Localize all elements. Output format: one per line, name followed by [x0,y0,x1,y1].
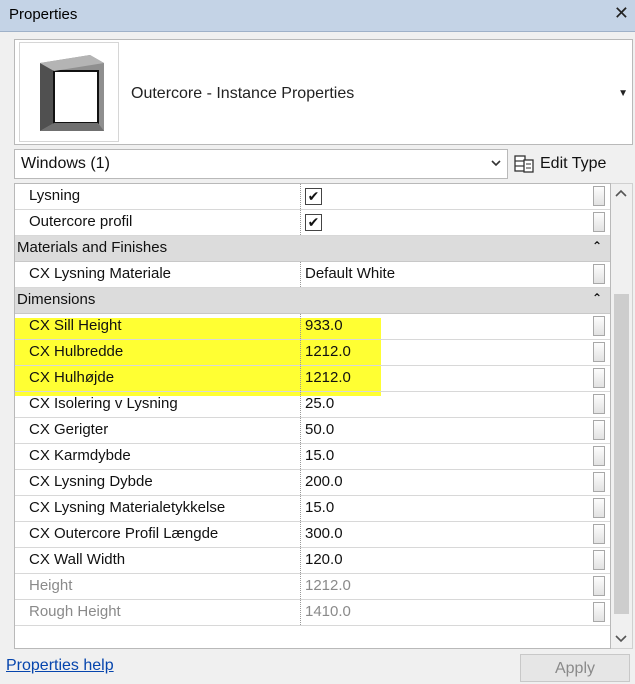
param-name: CX Outercore Profil Længde [29,525,219,542]
group-header-dimensions[interactable]: Dimensions ⌃ [15,288,610,314]
vertical-scrollbar[interactable] [611,183,633,649]
param-associate-button[interactable] [593,212,605,232]
param-name: Rough Height [29,603,121,620]
param-associate-button[interactable] [593,576,605,596]
param-row-cx-gerigter[interactable]: CX Gerigter 50.0 [15,418,610,444]
param-value[interactable]: 1212.0 [305,343,351,360]
title-bar: Properties ✕ [0,0,635,32]
param-associate-button[interactable] [593,446,605,466]
param-row-height: Height 1212.0 [15,574,610,600]
param-value[interactable]: 15.0 [305,499,334,516]
scroll-down-icon[interactable] [615,634,627,644]
param-row-cx-lysning-dybde[interactable]: CX Lysning Dybde 200.0 [15,470,610,496]
param-name: CX Sill Height [29,317,122,334]
param-name: CX Karmdybde [29,447,131,464]
category-filter-select[interactable]: Windows (1) [14,149,508,179]
param-name: Outercore profil [29,213,133,230]
param-value[interactable]: Default White [305,265,395,282]
param-row-cx-karmdybde[interactable]: CX Karmdybde 15.0 [15,444,610,470]
window-title: Properties [9,6,78,23]
param-row-cx-sill-height[interactable]: CX Sill Height 933.0 [15,314,610,340]
param-name: CX Gerigter [29,421,109,438]
param-value[interactable]: 120.0 [305,551,343,568]
scroll-up-icon[interactable] [615,188,627,198]
param-associate-button[interactable] [593,420,605,440]
close-icon[interactable]: ✕ [614,3,629,24]
param-name: Height [29,577,73,594]
param-value[interactable]: 50.0 [305,421,334,438]
properties-grid: Lysning ✔ Outercore profil ✔ Materials a… [14,183,611,649]
param-row-cx-wall-width[interactable]: CX Wall Width 120.0 [15,548,610,574]
param-value: 1410.0 [305,603,351,620]
param-associate-button[interactable] [593,342,605,362]
param-associate-button[interactable] [593,316,605,336]
param-name: CX Hulbredde [29,343,124,360]
param-name: CX Isolering v Lysning [29,395,178,412]
param-associate-button[interactable] [593,602,605,622]
apply-button[interactable]: Apply [520,654,630,682]
group-name: Materials and Finishes [17,239,168,256]
chevron-down-icon [491,160,501,167]
properties-help-link[interactable]: Properties help [6,657,114,675]
type-selector[interactable]: Outercore - Instance Properties ▼ [14,39,633,145]
param-value[interactable]: 1212.0 [305,369,351,386]
param-associate-button[interactable] [593,472,605,492]
group-header-materials[interactable]: Materials and Finishes ⌃ [15,236,610,262]
edit-type-label: Edit Type [540,155,607,172]
param-value[interactable]: 200.0 [305,473,343,490]
group-name: Dimensions [17,291,96,308]
param-row-cx-isolering[interactable]: CX Isolering v Lysning 25.0 [15,392,610,418]
param-name: CX Lysning Dybde [29,473,153,490]
collapse-icon[interactable]: ⌃ [592,239,602,253]
param-row-cx-outercore-profil-laengde[interactable]: CX Outercore Profil Længde 300.0 [15,522,610,548]
param-value[interactable]: 25.0 [305,395,334,412]
param-associate-button[interactable] [593,394,605,414]
param-associate-button[interactable] [593,264,605,284]
scrollbar-thumb[interactable] [614,294,629,614]
filter-row: Windows (1) Edit Type [14,149,633,179]
type-name: Outercore - Instance Properties [131,85,355,102]
param-value[interactable]: 15.0 [305,447,334,464]
param-associate-button[interactable] [593,550,605,570]
param-row-outercore-profil[interactable]: Outercore profil ✔ [15,210,610,236]
param-associate-button[interactable] [593,498,605,518]
param-row-cx-hulhojde[interactable]: CX Hulhøjde 1212.0 [15,366,610,392]
param-associate-button[interactable] [593,524,605,544]
category-filter-value: Windows (1) [21,155,110,172]
type-dropdown-arrow-icon[interactable]: ▼ [618,88,628,99]
param-associate-button[interactable] [593,186,605,206]
edit-type-button[interactable]: Edit Type [514,150,606,178]
param-name: CX Wall Width [29,551,126,568]
param-checkbox[interactable]: ✔ [305,214,322,231]
param-name: CX Lysning Materialetykkelse [29,499,226,516]
param-value: 1212.0 [305,577,351,594]
param-associate-button[interactable] [593,368,605,388]
param-name: CX Lysning Materiale [29,265,172,282]
param-row-cx-hulbredde[interactable]: CX Hulbredde 1212.0 [15,340,610,366]
param-value[interactable]: 300.0 [305,525,343,542]
footer: Properties help Apply [0,650,635,684]
edit-type-icon [514,155,534,173]
param-name: Lysning [29,187,81,204]
param-name: CX Hulhøjde [29,369,115,386]
param-row-rough-height: Rough Height 1410.0 [15,600,610,626]
param-row-lysning[interactable]: Lysning ✔ [15,184,610,210]
param-value[interactable]: 933.0 [305,317,343,334]
param-checkbox[interactable]: ✔ [305,188,322,205]
collapse-icon[interactable]: ⌃ [592,291,602,305]
param-row-cx-lysning-materialetykkelse[interactable]: CX Lysning Materialetykkelse 15.0 [15,496,610,522]
param-row-cx-lysning-materiale[interactable]: CX Lysning Materiale Default White [15,262,610,288]
window-thumbnail-icon [19,42,119,142]
